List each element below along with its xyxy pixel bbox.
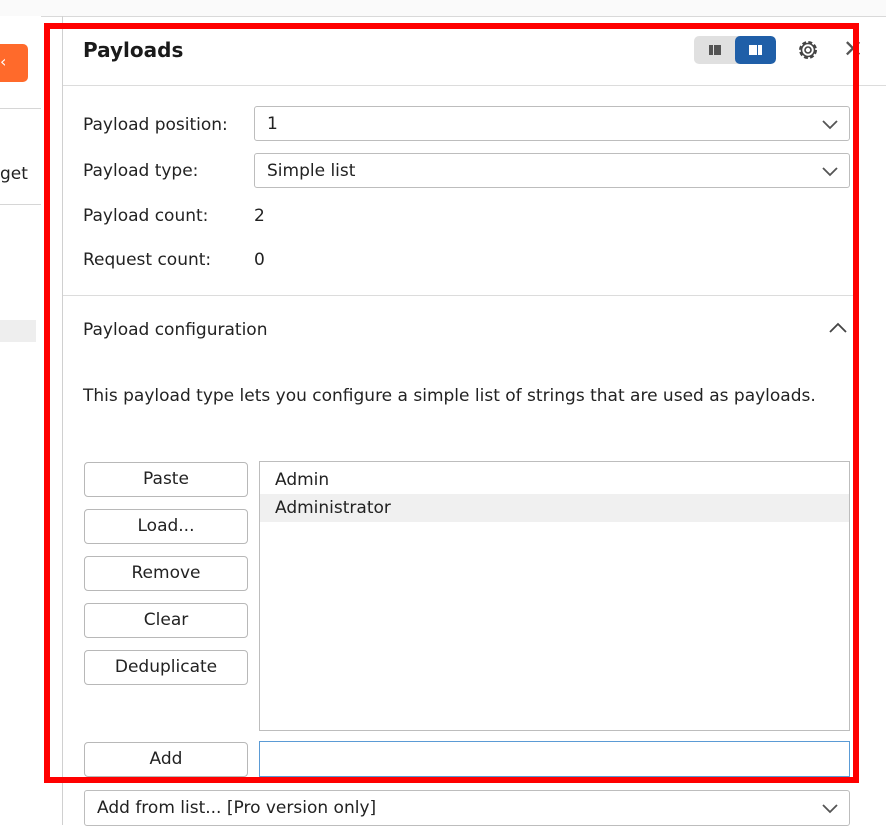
payload-type-description: This payload type lets you configure a s… (83, 386, 816, 406)
left-pane-text: get (0, 164, 28, 184)
add-from-list-value: Add from list... [Pro version only] (97, 798, 377, 818)
list-item[interactable]: Admin (260, 466, 849, 494)
add-button[interactable]: Add (84, 742, 248, 777)
divider (0, 108, 41, 109)
chevron-up-icon[interactable] (828, 320, 848, 336)
chevron-down-icon (822, 804, 838, 814)
payload-position-value: 1 (267, 114, 278, 134)
payload-type-label: Payload type: (83, 161, 199, 181)
layout-toggle[interactable] (694, 36, 776, 64)
left-pane: ‹ get (0, 16, 41, 825)
pane-divider (62, 16, 63, 825)
payload-list[interactable]: Admin Administrator (259, 461, 850, 731)
add-from-list-select[interactable]: Add from list... [Pro version only] (84, 790, 850, 826)
remove-button[interactable]: Remove (84, 556, 248, 591)
divider (0, 204, 41, 205)
deduplicate-button[interactable]: Deduplicate (84, 650, 248, 685)
close-icon[interactable]: ✕ (843, 35, 863, 63)
list-item[interactable]: Administrator (260, 494, 849, 522)
payload-count-value: 2 (254, 206, 265, 226)
add-payload-input[interactable] (259, 741, 850, 777)
panel-header: Payloads ✕ (63, 16, 886, 86)
request-count-label: Request count: (83, 250, 212, 270)
load-button[interactable]: Load... (84, 509, 248, 544)
chevron-down-icon (822, 120, 838, 130)
paste-button[interactable]: Paste (84, 462, 248, 497)
chevron-down-icon (822, 167, 838, 177)
payload-type-value: Simple list (267, 161, 356, 181)
payload-configuration-title: Payload configuration (83, 320, 268, 340)
layout-left-icon[interactable] (694, 36, 735, 64)
clear-button[interactable]: Clear (84, 603, 248, 638)
payload-count-label: Payload count: (83, 206, 209, 226)
panel-title: Payloads (83, 38, 184, 62)
request-count-value: 0 (254, 250, 265, 270)
orange-action-button[interactable]: ‹ (0, 44, 28, 82)
gear-icon[interactable] (794, 36, 822, 64)
top-strip (0, 0, 886, 17)
section-divider (63, 295, 853, 296)
payload-position-select[interactable]: 1 (254, 106, 850, 141)
payload-position-label: Payload position: (83, 115, 228, 135)
payload-type-select[interactable]: Simple list (254, 153, 850, 188)
layout-right-icon[interactable] (735, 36, 776, 64)
selected-row[interactable] (0, 320, 36, 342)
arrow-icon: ‹ (0, 52, 7, 71)
